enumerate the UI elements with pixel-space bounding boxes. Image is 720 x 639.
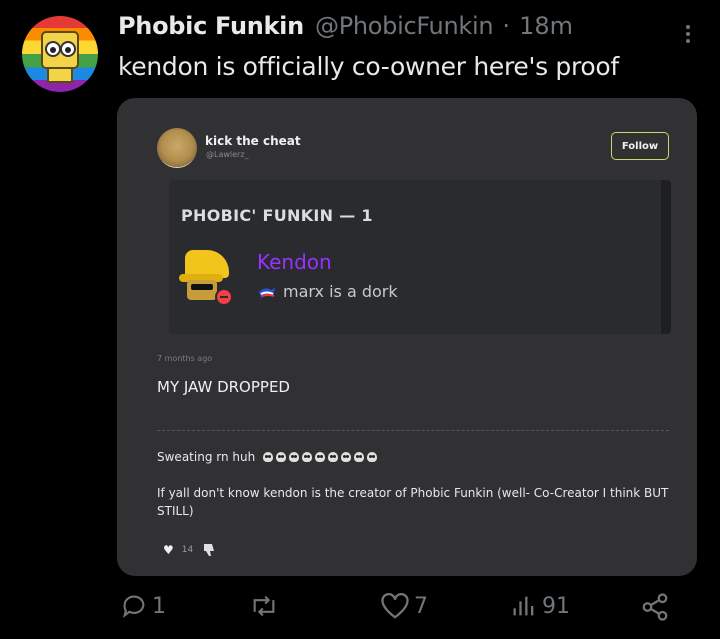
timestamp[interactable]: 18m — [519, 12, 573, 40]
post-author-username: kick the cheat — [205, 134, 301, 148]
display-name[interactable]: Phobic Funkin — [118, 12, 304, 40]
heart-icon — [381, 593, 409, 619]
reply-like-count: 14 — [181, 545, 194, 555]
discord-status-text: marx is a dork — [283, 282, 398, 301]
reply-count: 1 — [152, 593, 166, 619]
skull-icon — [341, 452, 352, 462]
reply-comment-2: If yall don't know kendon is the creator… — [157, 486, 669, 518]
tweet-header: Phobic Funkin @PhobicFunkin · 18m — [118, 12, 700, 48]
heart-icon: ♥ — [163, 543, 174, 557]
skull-icon — [289, 452, 300, 462]
reply-button[interactable]: 1 — [120, 592, 166, 620]
attached-image[interactable]: kick the cheat @Lawlerz_ Follow PHOBIC' … — [117, 98, 697, 576]
flag-icon — [259, 287, 275, 298]
like-count: 7 — [414, 593, 428, 619]
follow-button: Follow — [611, 132, 669, 160]
like-button[interactable]: 7 — [380, 592, 428, 620]
reply-1-text: Sweating rn huh — [157, 450, 256, 464]
post-timestamp: 7 months ago — [157, 354, 213, 363]
share-icon — [642, 593, 668, 621]
discord-member-avatar — [179, 250, 233, 306]
views-button[interactable]: 91 — [510, 592, 570, 620]
divider — [157, 430, 669, 431]
skull-icon — [302, 452, 313, 462]
skull-icon — [315, 452, 326, 462]
skull-icon — [354, 452, 365, 462]
reply-icon — [122, 595, 145, 618]
discord-screenshot: PHOBIC' FUNKIN — 1 Kendon marx is a dork — [169, 180, 671, 334]
retweet-button[interactable] — [248, 592, 284, 620]
skull-icon — [263, 452, 274, 462]
profile-avatar[interactable] — [22, 16, 98, 92]
tweet-text: kendon is officially co-owner here's pro… — [118, 52, 619, 81]
discord-member-status: marx is a dork — [257, 282, 398, 301]
view-count: 91 — [542, 593, 570, 619]
reply-actions: ♥ 14 — [163, 542, 217, 558]
post-author-handle: @Lawlerz_ — [206, 150, 249, 159]
thumbs-down-icon — [204, 544, 215, 556]
share-button[interactable] — [640, 592, 670, 622]
more-options-icon[interactable] — [686, 22, 692, 46]
post-caption: MY JAW DROPPED — [157, 378, 290, 396]
avatar-character-icon — [41, 31, 79, 83]
tweet-action-bar: 1 7 91 — [0, 592, 720, 632]
retweet-icon — [253, 595, 275, 617]
discord-member-name: Kendon — [257, 250, 332, 274]
discord-server-title: PHOBIC' FUNKIN — 1 — [181, 206, 373, 225]
do-not-disturb-icon — [215, 288, 233, 306]
user-handle[interactable]: @PhobicFunkin — [315, 12, 494, 40]
post-author-avatar — [157, 128, 197, 168]
skull-icon — [367, 452, 378, 462]
skull-icon — [328, 452, 339, 462]
skull-icon — [276, 452, 287, 462]
separator: · — [502, 12, 510, 40]
reply-comment-1: Sweating rn huh — [157, 450, 378, 464]
bar-chart-icon — [513, 596, 534, 616]
